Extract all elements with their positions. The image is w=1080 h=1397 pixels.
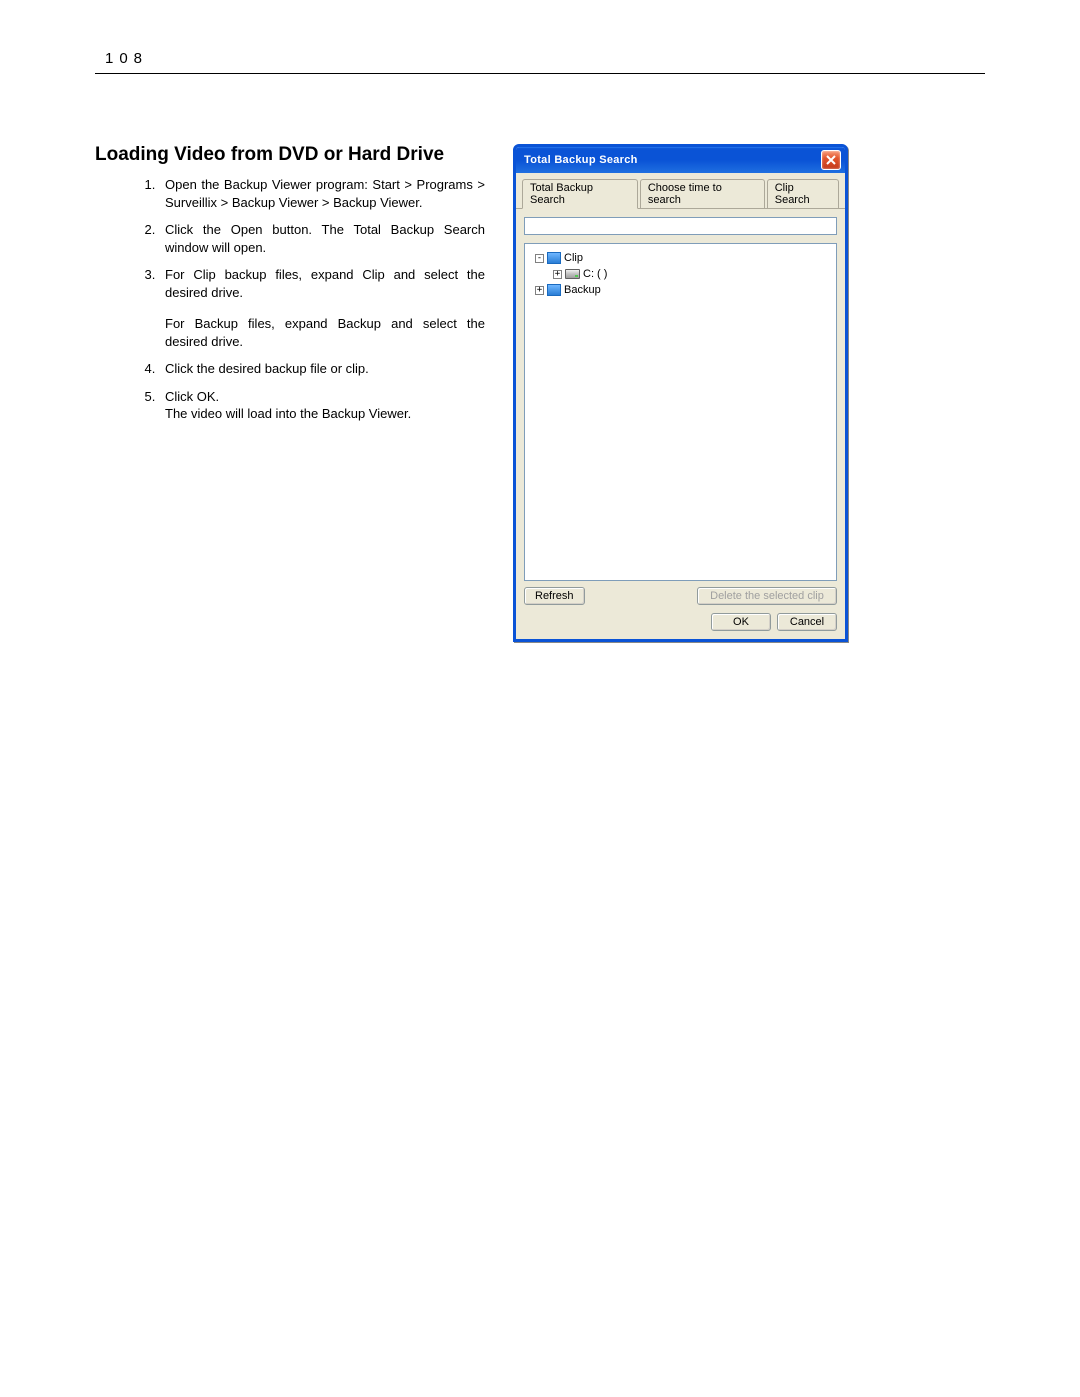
step-subtext: The video will load into the Backup View… bbox=[165, 405, 485, 423]
expand-icon[interactable]: + bbox=[553, 270, 562, 279]
screenshot-column: Total Backup Search Total Backup Search … bbox=[513, 144, 848, 642]
delete-selected-clip-button: Delete the selected clip bbox=[697, 587, 837, 605]
close-icon bbox=[826, 155, 836, 165]
dialog-body: - Clip + C: ( ) + Backup bbox=[516, 209, 845, 639]
step-list: Open the Backup Viewer program: Start > … bbox=[95, 176, 485, 423]
document-page: 108 Loading Video from DVD or Hard Drive… bbox=[0, 0, 1080, 642]
tree-node-backup[interactable]: + Backup bbox=[529, 282, 832, 298]
clip-icon bbox=[547, 252, 561, 264]
page-header: 108 bbox=[95, 50, 985, 74]
section-title: Loading Video from DVD or Hard Drive bbox=[95, 144, 485, 166]
page-number: 108 bbox=[105, 50, 148, 67]
step-text: For Clip backup files, expand Clip and s… bbox=[165, 267, 485, 300]
step-text: Click OK. bbox=[165, 389, 219, 404]
tree-label: C: ( ) bbox=[583, 268, 607, 280]
close-button[interactable] bbox=[821, 150, 841, 170]
cancel-button[interactable]: Cancel bbox=[777, 613, 837, 631]
dialog-title: Total Backup Search bbox=[524, 154, 821, 166]
tree-label: Clip bbox=[564, 252, 583, 264]
refresh-button[interactable]: Refresh bbox=[524, 587, 585, 605]
tree-label: Backup bbox=[564, 284, 601, 296]
step-item: Click the Open button. The Total Backup … bbox=[159, 221, 485, 256]
instructions-column: Loading Video from DVD or Hard Drive Ope… bbox=[95, 144, 485, 433]
dialog-titlebar[interactable]: Total Backup Search bbox=[516, 147, 845, 173]
page-content: Loading Video from DVD or Hard Drive Ope… bbox=[95, 144, 985, 642]
tree-node-clip[interactable]: - Clip bbox=[529, 250, 832, 266]
step-text: Click the Open button. The Total Backup … bbox=[165, 222, 485, 255]
button-row-top: Refresh Delete the selected clip bbox=[524, 581, 837, 605]
tab-clip-search[interactable]: Clip Search bbox=[767, 179, 839, 208]
tab-choose-time-to-search[interactable]: Choose time to search bbox=[640, 179, 765, 208]
backup-icon bbox=[547, 284, 561, 296]
collapse-icon[interactable]: - bbox=[535, 254, 544, 263]
step-item: Open the Backup Viewer program: Start > … bbox=[159, 176, 485, 211]
step-item: For Clip backup files, expand Clip and s… bbox=[159, 266, 485, 350]
expand-icon[interactable]: + bbox=[535, 286, 544, 295]
step-text: Open the Backup Viewer program: Start > … bbox=[165, 177, 485, 210]
tree-pane[interactable]: - Clip + C: ( ) + Backup bbox=[524, 243, 837, 581]
total-backup-search-dialog: Total Backup Search Total Backup Search … bbox=[513, 144, 848, 642]
step-text: Click the desired backup file or clip. bbox=[165, 361, 369, 376]
ok-button[interactable]: OK bbox=[711, 613, 771, 631]
step-item: Click the desired backup file or clip. bbox=[159, 360, 485, 378]
button-row-bottom: OK Cancel bbox=[524, 605, 837, 631]
drive-icon bbox=[565, 269, 580, 279]
step-item: Click OK. The video will load into the B… bbox=[159, 388, 485, 423]
path-field[interactable] bbox=[524, 217, 837, 235]
tree-node-drive-c[interactable]: + C: ( ) bbox=[529, 266, 832, 282]
tab-row: Total Backup Search Choose time to searc… bbox=[516, 173, 845, 209]
tab-total-backup-search[interactable]: Total Backup Search bbox=[522, 179, 638, 209]
step-subtext: For Backup files, expand Backup and sele… bbox=[165, 315, 485, 350]
